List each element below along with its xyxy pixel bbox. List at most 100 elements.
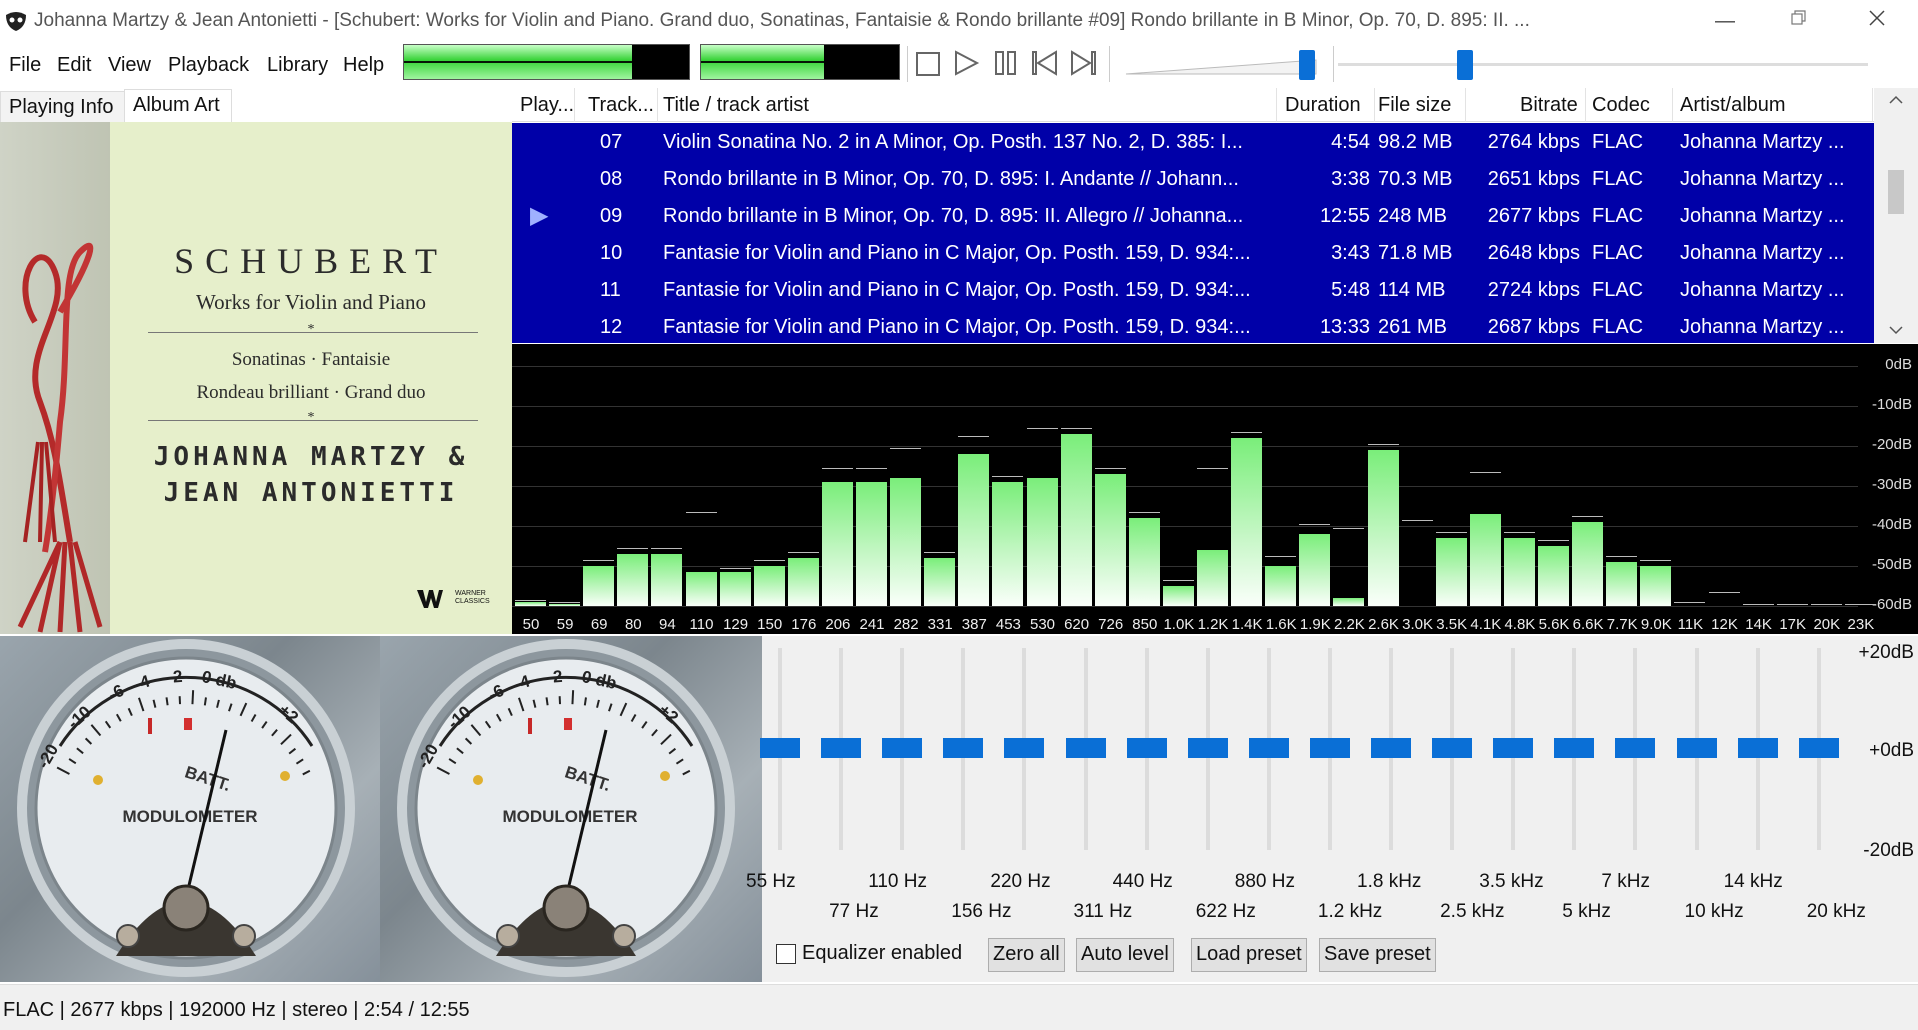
eq-slider-156hz[interactable]	[943, 738, 984, 758]
cell-bitrate: 2651 kbps	[1487, 168, 1580, 190]
spectrum-peak	[753, 560, 785, 561]
eq-slider-2.5khz[interactable]	[1432, 738, 1473, 758]
peak-meter-right	[700, 44, 900, 80]
vu-tick	[545, 697, 549, 706]
menu-edit[interactable]: Edit	[57, 54, 91, 77]
spectrum-peak	[1708, 592, 1740, 593]
column-codec[interactable]: Codec	[1592, 94, 1650, 117]
cell-track: 07	[600, 131, 623, 153]
eq-slider-3.5khz[interactable]	[1493, 738, 1534, 758]
eq-label-max: +20dB	[1858, 642, 1914, 663]
zero-all-button[interactable]: Zero all	[988, 938, 1065, 972]
pause-icon[interactable]	[991, 47, 1021, 79]
column-title[interactable]: Title / track artist	[663, 94, 809, 117]
menu-help[interactable]: Help	[343, 54, 384, 77]
eq-slider-55hz[interactable]	[760, 738, 800, 758]
cell-title: Rondo brillante in B Minor, Op. 70, D. 8…	[663, 168, 1239, 190]
spectrum-peak	[1299, 524, 1331, 525]
minimize-icon[interactable]: —	[1712, 8, 1738, 34]
eq-slider-77hz[interactable]	[821, 738, 862, 758]
spectrum-bar	[992, 482, 1024, 606]
table-row[interactable]: ▶ 09 Rondo brillante in B Minor, Op. 70, D…	[512, 197, 1874, 234]
menu-library[interactable]: Library	[267, 54, 328, 77]
column-track[interactable]: Track...	[588, 94, 654, 117]
eq-slider-1.8khz[interactable]	[1371, 738, 1411, 758]
tab-playing-info[interactable]: Playing Info	[0, 91, 126, 123]
playlist-scrollbar[interactable]	[1874, 88, 1918, 343]
eq-slider-880hz[interactable]	[1248, 738, 1289, 758]
close-icon[interactable]	[1864, 8, 1890, 34]
auto-level-button[interactable]: Auto level	[1076, 938, 1174, 972]
spectrum-peak	[1503, 532, 1535, 533]
spectrum-freq-label: 620	[1064, 616, 1090, 633]
table-row[interactable]: 12 Fantasie for Violin and Piano in C Maj…	[512, 308, 1874, 343]
spectrum-freq-label: 9.0K	[1640, 616, 1672, 633]
stop-icon[interactable]	[913, 47, 943, 79]
cell-track: 12	[600, 316, 623, 338]
spectrum-freq-label: 4.1K	[1470, 616, 1502, 633]
menu-view[interactable]: View	[108, 54, 151, 77]
save-preset-button[interactable]: Save preset	[1319, 938, 1436, 972]
window-title: Johanna Martzy & Jean Antonietti - [Schu…	[34, 10, 1530, 31]
cell-artist: Johanna Martzy ...	[1680, 316, 1845, 338]
spectrum-bar	[1503, 538, 1535, 606]
menu-file[interactable]: File	[9, 54, 41, 77]
spectrum-peak	[1810, 604, 1842, 605]
spectrum-peak	[1674, 602, 1706, 603]
menu-playback[interactable]: Playback	[168, 54, 249, 77]
spectrum-bar	[1060, 434, 1092, 606]
table-row[interactable]: 07 Violin Sonatina No. 2 in A Minor, Op. …	[512, 123, 1874, 160]
eq-slider-10khz[interactable]	[1676, 738, 1717, 758]
spectrum-peak	[924, 552, 956, 553]
cover-line1: Sonatinas · Fantaisie	[231, 349, 391, 370]
volume-ramp	[1125, 59, 1317, 75]
scroll-up-icon[interactable]	[1886, 92, 1906, 108]
spectrum-freq-label: 282	[893, 616, 919, 633]
eq-slider-1.2khz[interactable]	[1309, 738, 1350, 758]
restore-icon[interactable]	[1786, 8, 1812, 34]
eq-slider-20khz[interactable]	[1798, 738, 1839, 758]
spectrum-peak	[1844, 604, 1876, 605]
tab-album-art[interactable]: Album Art	[124, 89, 232, 123]
next-icon[interactable]	[1068, 47, 1098, 79]
eq-slider-311hz[interactable]	[1065, 738, 1106, 758]
play-icon[interactable]	[951, 47, 981, 79]
spectrum-db-label: 0dB	[1885, 356, 1912, 373]
seek-thumb[interactable]	[1456, 50, 1473, 80]
vu-mechanism-hub	[542, 884, 590, 932]
volume-thumb[interactable]	[1298, 50, 1315, 80]
eq-slider-14khz[interactable]	[1737, 738, 1778, 758]
volume-slider[interactable]	[1124, 48, 1324, 82]
eq-band-label: 10 kHz	[1684, 901, 1744, 922]
eq-slider-5khz[interactable]	[1554, 738, 1595, 758]
table-row[interactable]: 11 Fantasie for Violin and Piano in C Maj…	[512, 271, 1874, 308]
eq-band-label: 622 Hz	[1195, 901, 1256, 922]
eq-slider-622hz[interactable]	[1187, 738, 1228, 758]
column-artist-album[interactable]: Artist/album	[1680, 94, 1786, 117]
column-bitrate[interactable]: Bitrate	[1520, 94, 1578, 117]
peak-meter-line	[701, 61, 899, 63]
spectrum-freq-label: 726	[1098, 616, 1124, 633]
table-row[interactable]: 08 Rondo brillante in B Minor, Op. 70, D.…	[512, 160, 1874, 197]
spectrum-bar	[1026, 478, 1058, 606]
eq-slider-220hz[interactable]	[1004, 738, 1045, 758]
scroll-down-icon[interactable]	[1886, 322, 1906, 338]
column-playing[interactable]: Play...	[520, 94, 574, 117]
cell-track: 09	[600, 205, 623, 227]
load-preset-button[interactable]: Load preset	[1191, 938, 1307, 972]
column-divider	[1374, 88, 1375, 122]
seek-bar[interactable]	[1338, 48, 1870, 82]
column-duration[interactable]: Duration	[1285, 94, 1361, 117]
equalizer-enabled-checkbox[interactable]	[776, 944, 796, 964]
cell-size: 248 MB	[1378, 205, 1447, 227]
table-row[interactable]: 10 Fantasie for Violin and Piano in C Maj…	[512, 234, 1874, 271]
eq-slider-440hz[interactable]	[1126, 738, 1167, 758]
spectrum-freq-label: 331	[927, 616, 953, 633]
column-file-size[interactable]: File size	[1378, 94, 1451, 117]
scroll-thumb[interactable]	[1888, 170, 1904, 214]
eq-slider-110hz[interactable]	[882, 738, 923, 758]
spectrum-peak	[1572, 516, 1604, 517]
previous-icon[interactable]	[1030, 47, 1060, 79]
spectrum-peak	[617, 548, 649, 549]
eq-slider-7khz[interactable]	[1615, 738, 1656, 758]
